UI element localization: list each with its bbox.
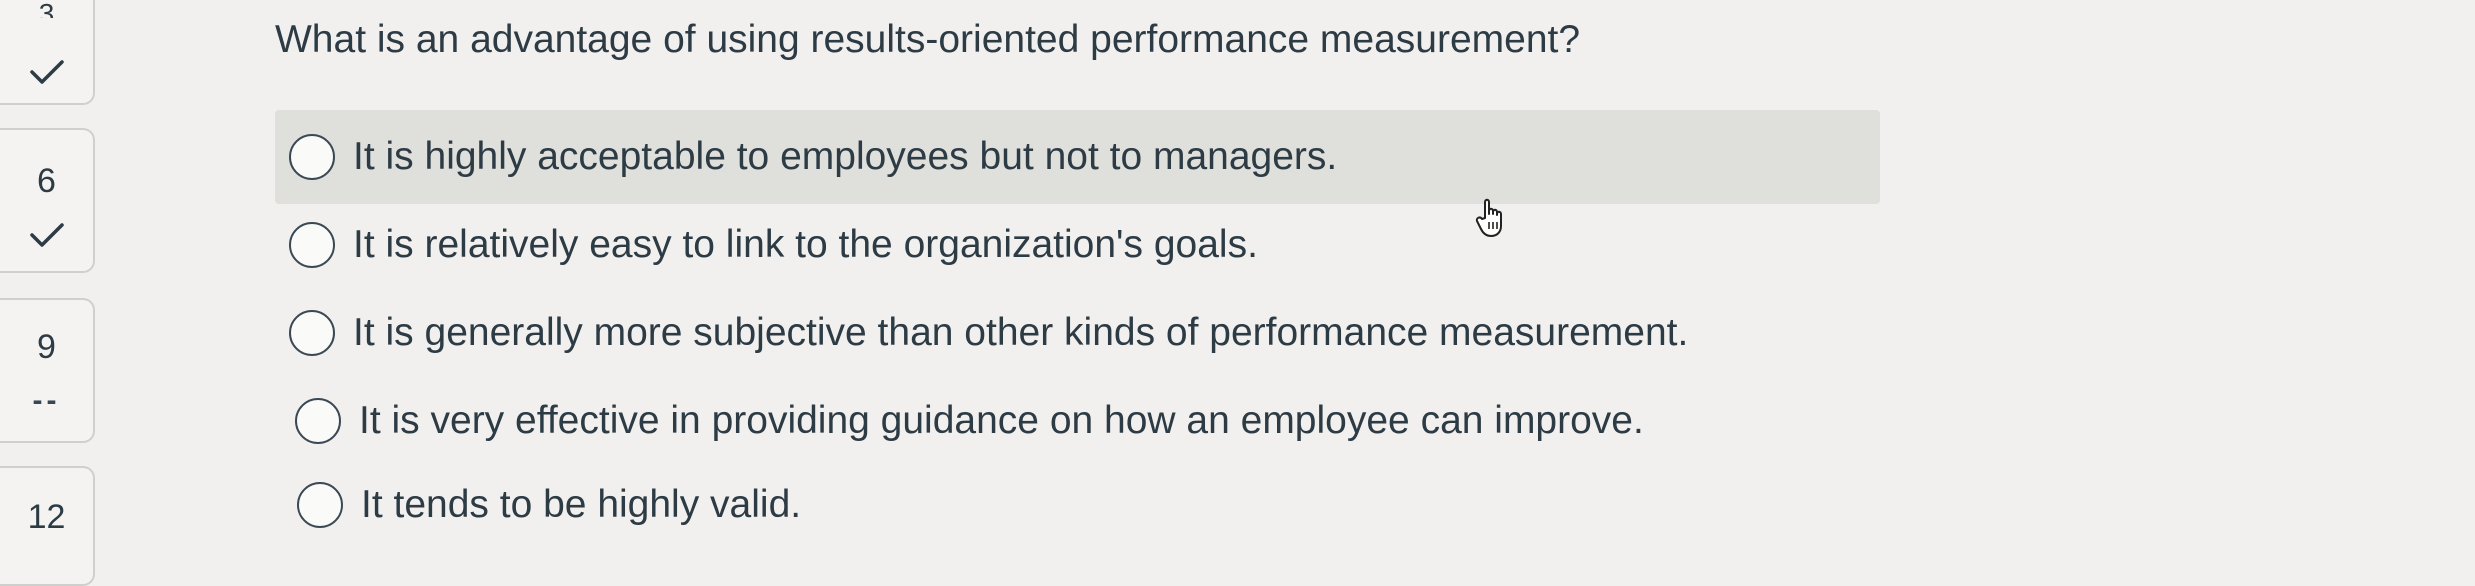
checkmark-icon — [0, 57, 93, 87]
radio-button[interactable] — [289, 134, 335, 180]
question-nav-item-12[interactable]: 12 — [0, 466, 95, 586]
answer-label: It tends to be highly valid. — [361, 483, 802, 526]
question-number: 12 — [27, 498, 66, 536]
checkmark-icon — [0, 220, 93, 250]
question-nav-item-3[interactable]: 3 — [0, 0, 95, 105]
question-text: What is an advantage of using results-or… — [275, 18, 1581, 61]
question-number: 6 — [37, 162, 56, 200]
radio-button[interactable] — [295, 398, 341, 444]
answer-option[interactable]: It is very effective in providing guidan… — [275, 374, 1880, 468]
answer-option[interactable]: It is relatively easy to link to the org… — [275, 198, 1880, 292]
radio-button[interactable] — [297, 482, 343, 528]
question-navigator: 3 6 9 -- 12 — [0, 0, 100, 586]
dash-icon: -- — [32, 384, 61, 417]
answer-option[interactable]: It is highly acceptable to employees but… — [275, 110, 1880, 204]
answer-option[interactable]: It tends to be highly valid. — [275, 458, 1880, 552]
radio-button[interactable] — [289, 222, 335, 268]
answer-label: It is relatively easy to link to the org… — [353, 223, 1258, 266]
answer-label: It is highly acceptable to employees but… — [353, 135, 1338, 178]
hand-pointer-icon — [1475, 196, 1511, 245]
question-nav-item-6[interactable]: 6 — [0, 128, 95, 273]
answer-label: It is very effective in providing guidan… — [359, 399, 1644, 442]
answer-label: It is generally more subjective than oth… — [353, 311, 1689, 354]
question-number: 3 — [38, 0, 55, 18]
question-nav-item-9[interactable]: 9 -- — [0, 298, 95, 443]
question-number: 9 — [37, 328, 56, 366]
radio-button[interactable] — [289, 310, 335, 356]
answer-option[interactable]: It is generally more subjective than oth… — [275, 286, 1880, 380]
